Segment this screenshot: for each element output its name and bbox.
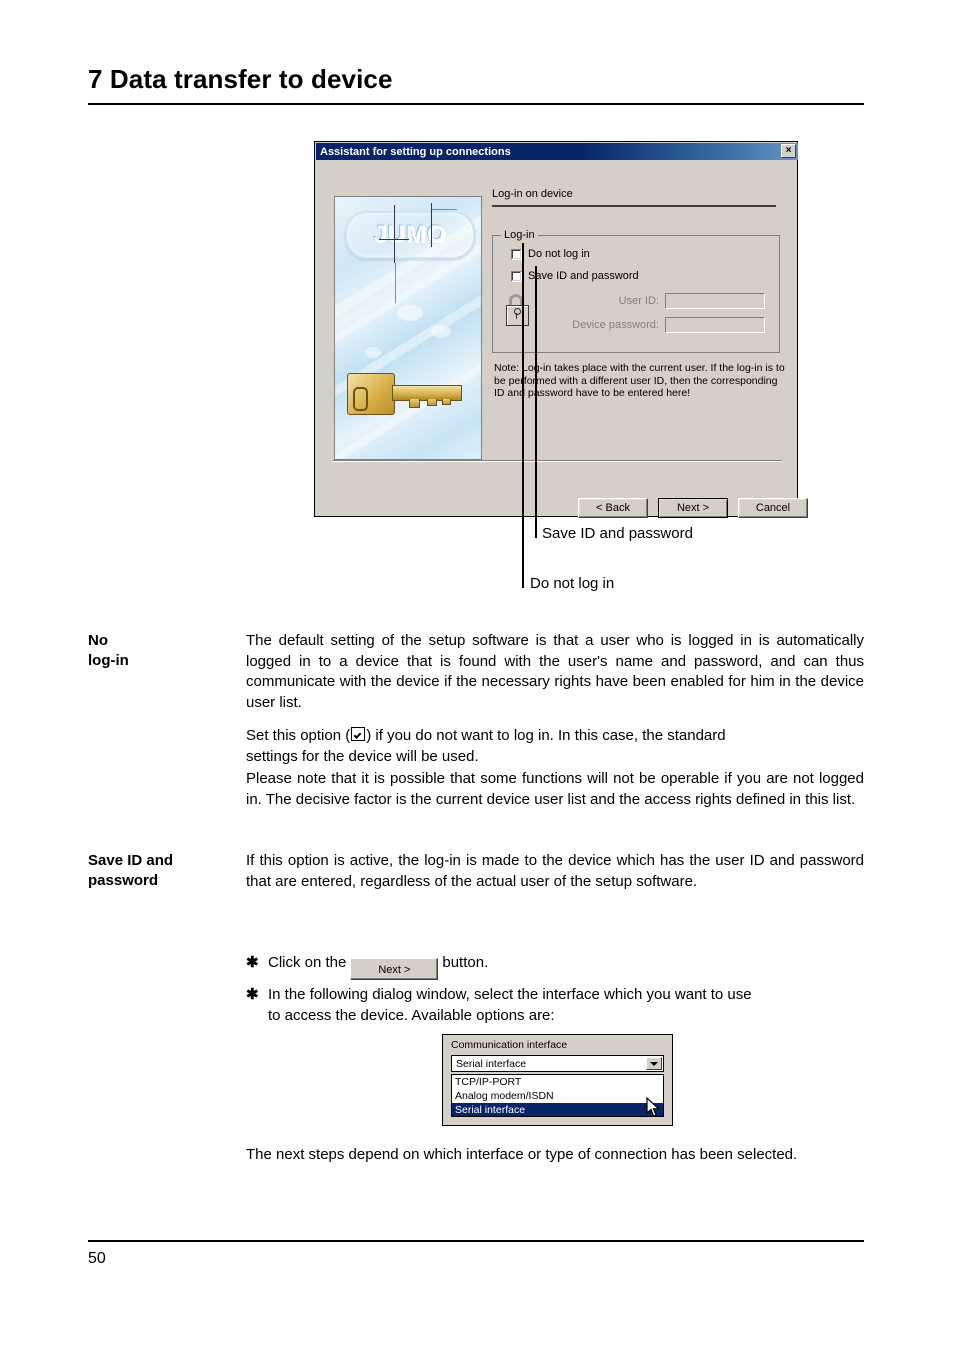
back-button[interactable]: < Back bbox=[578, 498, 648, 518]
set-option-text-line2: settings for the device will be used. bbox=[246, 747, 479, 765]
device-password-input[interactable] bbox=[665, 317, 765, 333]
checkbox-save-id-and-password-label: Save ID and password bbox=[528, 270, 639, 282]
paragraph-set-option: Set this option ( ) if you do not want to… bbox=[246, 726, 864, 767]
bullet-select-line1: In the following dialog window, select t… bbox=[268, 986, 752, 1003]
bullet-text-before: Click on the bbox=[268, 954, 347, 971]
close-icon[interactable]: × bbox=[781, 144, 796, 158]
option-serial-interface[interactable]: Serial interface bbox=[452, 1103, 663, 1116]
set-option-text-post: ) if you do not want to log in. In this … bbox=[366, 727, 726, 744]
bullet-select-interface-text: In the following dialog window, select t… bbox=[268, 984, 864, 1026]
login-note-text: Note: Log-in takes place with the curren… bbox=[494, 362, 785, 400]
checked-checkbox-icon bbox=[351, 727, 366, 741]
callout-label-save-id: Save ID and password bbox=[542, 525, 693, 542]
bullet-click-next: ✱ Click on the Next > button. bbox=[246, 952, 864, 980]
bullet-select-interface: ✱ In the following dialog window, select… bbox=[246, 984, 864, 1026]
next-button[interactable]: Next > bbox=[658, 498, 728, 518]
section-label-no-login-line2: log-in bbox=[88, 652, 129, 669]
callout-line-do-not-log-in bbox=[522, 243, 524, 588]
inline-next-button[interactable]: Next > bbox=[350, 958, 439, 980]
device-password-label: Device password: bbox=[572, 319, 659, 331]
page-number: 50 bbox=[88, 1250, 106, 1267]
branding-image-panel: JUMO bbox=[334, 196, 482, 460]
option-tcp-ip-port[interactable]: TCP/IP-PORT bbox=[452, 1075, 663, 1089]
communication-interface-options[interactable]: TCP/IP-PORT Analog modem/ISDN Serial int… bbox=[451, 1074, 664, 1117]
paragraph-closing: The next steps depend on which interface… bbox=[246, 1146, 798, 1163]
checkbox-do-not-log-in-label: Do not log in bbox=[528, 248, 590, 260]
dialog-title: Assistant for setting up connections bbox=[320, 145, 511, 158]
dialog-heading-divider bbox=[492, 205, 776, 207]
jumo-logo-text: JUMO bbox=[373, 221, 447, 248]
bullet-select-line2: to access the device. Available options … bbox=[268, 1007, 555, 1024]
checkbox-save-id-and-password[interactable]: Save ID and password bbox=[505, 270, 639, 282]
bullet-text-after: button. bbox=[442, 954, 489, 971]
user-id-label: User ID: bbox=[618, 295, 659, 307]
mouse-pointer-icon bbox=[646, 1097, 661, 1117]
connection-assistant-dialog: Assistant for setting up connections × J… bbox=[314, 141, 808, 518]
bullet-marker: ✱ bbox=[246, 954, 259, 971]
paragraph-no-login-1: The default setting of the setup softwar… bbox=[246, 632, 864, 711]
checkbox-save-id-and-password-box[interactable] bbox=[511, 270, 522, 282]
user-id-input[interactable] bbox=[665, 293, 765, 309]
bullet-marker: ✱ bbox=[246, 986, 259, 1003]
device-password-field-row: Device password: bbox=[507, 317, 765, 333]
paragraph-no-login-3: Please note that it is possible that som… bbox=[246, 770, 864, 808]
dialog-body: JUMO Log-in on device Log-in Do not log … bbox=[316, 160, 808, 518]
login-groupbox-label: Log-in bbox=[501, 229, 538, 241]
checkbox-do-not-log-in[interactable]: Do not log in bbox=[505, 248, 590, 260]
option-analog-modem-isdn[interactable]: Analog modem/ISDN bbox=[452, 1089, 663, 1103]
cancel-button[interactable]: Cancel bbox=[738, 498, 808, 518]
button-row-divider bbox=[332, 460, 782, 462]
dialog-heading: Log-in on device bbox=[492, 188, 573, 200]
page-title: 7 Data transfer to device bbox=[88, 64, 393, 94]
bullet-click-next-text: Click on the Next > button. bbox=[268, 952, 864, 980]
jumo-logo: JUMO bbox=[345, 211, 475, 259]
section-label-save-id: Save ID and password bbox=[88, 851, 173, 891]
dialog-button-row: < Back Next > Cancel bbox=[578, 498, 808, 518]
paragraph-save-id-1: If this option is active, the log-in is … bbox=[246, 852, 864, 890]
key-icon bbox=[347, 367, 467, 415]
chevron-down-icon[interactable] bbox=[646, 1057, 662, 1070]
user-id-field-row: User ID: bbox=[507, 293, 765, 309]
set-option-text-pre: Set this option ( bbox=[246, 727, 351, 744]
checkbox-do-not-log-in-box[interactable] bbox=[511, 248, 522, 260]
callout-line-save-id bbox=[535, 266, 537, 538]
communication-interface-value: Serial interface bbox=[456, 1057, 527, 1070]
section-label-save-id-line1: Save ID and bbox=[88, 852, 174, 869]
title-divider bbox=[88, 103, 864, 105]
communication-interface-select[interactable]: Serial interface bbox=[451, 1055, 664, 1072]
dialog-titlebar: Assistant for setting up connections × bbox=[316, 143, 798, 160]
page: 7 Data transfer to device Assistant for … bbox=[0, 0, 954, 1350]
footer-divider bbox=[88, 1240, 864, 1242]
section-label-no-login-line1: No bbox=[88, 632, 108, 649]
section-label-save-id-line2: password bbox=[88, 872, 159, 889]
communication-interface-label: Communication interface bbox=[451, 1039, 568, 1051]
communication-interface-widget: Communication interface Serial interface… bbox=[442, 1034, 673, 1126]
section-label-no-login: No log-in bbox=[88, 631, 129, 671]
callout-label-do-not-log-in: Do not log in bbox=[530, 575, 615, 592]
dialog-heading-block: Log-in on device bbox=[492, 188, 782, 207]
